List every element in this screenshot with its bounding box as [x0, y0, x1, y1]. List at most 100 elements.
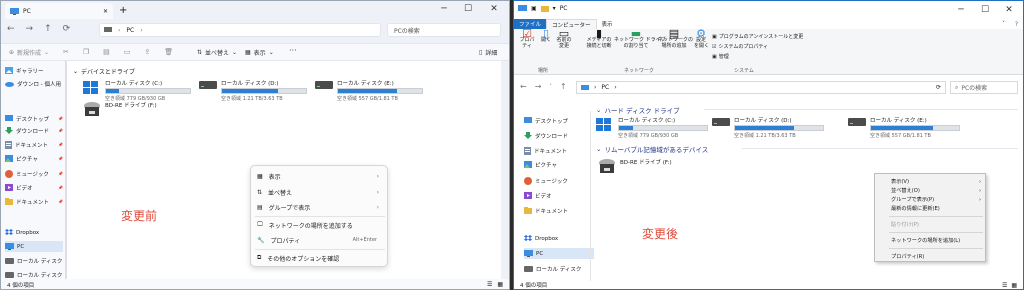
nav-item[interactable]: ローカル ディスク	[5, 255, 63, 266]
menu-item-group[interactable]: グループで表示(P) ›	[891, 195, 983, 204]
close-button[interactable]: ✕	[483, 2, 505, 16]
menu-item-view[interactable]: ▦ 表示 ›	[257, 169, 383, 183]
media-button[interactable]: ▮ メディアの 接続と切断	[584, 28, 614, 49]
copy-icon[interactable]: ❐	[83, 48, 89, 56]
rename-icon[interactable]: ▭	[124, 48, 131, 56]
menu-item-group[interactable]: ▤ グループで表示 ›	[257, 200, 383, 214]
share-icon[interactable]: ⇪	[144, 48, 150, 56]
nav-item[interactable]: デスクトップ	[524, 115, 594, 126]
drive-item[interactable]: ローカル ディスク (E:) 空き領域 557 GB/1.81 TB	[315, 79, 423, 102]
up-arrow-icon[interactable]: ↑	[560, 82, 567, 91]
drive-item[interactable]: ローカル ディスク (D:) 空き領域 1.21 TB/3.63 TB	[712, 116, 824, 139]
map-drive-button[interactable]: ▬ ネットワーク ドライブ の割り当て	[614, 28, 666, 49]
details-button[interactable]: ▯ 詳細	[479, 48, 497, 57]
drive-item[interactable]: ローカル ディスク (C:) 空き領域 779 GB/930 GB	[83, 79, 191, 102]
group-removable[interactable]: ⌄ リムーバブル記憶域があるデバイス	[596, 144, 708, 154]
menu-item-sort[interactable]: 並べ替え(O) ›	[891, 186, 983, 195]
tab-close-icon[interactable]: ✕	[103, 8, 108, 15]
menu-item-view[interactable]: 表示(V) ›	[891, 177, 983, 186]
nav-item[interactable]: Dropbox	[5, 227, 63, 238]
pin-icon[interactable]: 📌	[58, 171, 63, 176]
nav-item[interactable]: ドキュメント	[524, 145, 594, 156]
menu-item-refresh[interactable]: 最新の情報に更新(E)	[891, 204, 983, 213]
details-view-icon[interactable]: ☰	[487, 281, 492, 288]
address-bar[interactable]: › PC ›	[99, 23, 381, 37]
back-arrow-icon[interactable]: ←	[7, 24, 15, 34]
minimize-button[interactable]: ─	[433, 2, 455, 16]
nav-item[interactable]: Dropbox	[524, 233, 594, 244]
drive-item[interactable]: ローカル ディスク (E:) 空き領域 557 GB/1.81 TB	[848, 116, 960, 139]
nav-item[interactable]: PC	[5, 241, 63, 252]
tiles-view-icon[interactable]: ▦	[497, 281, 503, 288]
nav-item[interactable]: ビデオ 📌	[5, 182, 63, 193]
refresh-icon[interactable]: ⟳	[63, 24, 71, 34]
nav-item[interactable]: ダウンロ - 個人用	[5, 78, 63, 89]
view-button[interactable]: ▦ 表示 ⌄	[245, 48, 274, 57]
address-bar[interactable]: › PC › ⟳	[576, 81, 946, 94]
nav-item[interactable]: デスクトップ 📌	[5, 113, 63, 124]
chevron-down-icon[interactable]: ˅	[549, 84, 552, 90]
pin-icon[interactable]: 📌	[58, 128, 63, 133]
menu-item-more-options[interactable]: ⧉ その他のオプションを確認	[257, 251, 383, 265]
drive-bd[interactable]: BD-RE ドライブ (F:)	[83, 101, 157, 119]
breadcrumb-pc[interactable]: PC	[126, 27, 134, 34]
nav-item[interactable]: ピクチャ	[524, 159, 594, 170]
pin-icon[interactable]: 📌	[58, 199, 63, 204]
pin-icon[interactable]: 📌	[58, 142, 63, 147]
more-button[interactable]: ···	[289, 46, 297, 55]
search-input[interactable]: PCの検索	[387, 23, 501, 37]
rename-button[interactable]: ▭ 名前の 変更	[556, 28, 572, 49]
add-network-location-button[interactable]: ▤ ネットワークの 場所の追加	[658, 28, 693, 49]
pin-icon[interactable]: 📌	[58, 156, 63, 161]
nav-item[interactable]: ローカル ディスク	[524, 263, 594, 274]
nav-item[interactable]: ドキュメント 📌	[5, 139, 63, 150]
pin-icon[interactable]: 📌	[58, 185, 63, 190]
menu-item-network-location[interactable]: ネットワークの場所を追加(L)	[891, 236, 983, 245]
expand-ribbon-icon[interactable]: ˅	[997, 19, 1010, 29]
nav-item[interactable]: ギャラリー	[5, 65, 63, 76]
nav-item[interactable]: PC	[524, 248, 594, 259]
chevron-down-icon[interactable]: ▾	[553, 5, 556, 12]
paste-icon[interactable]: ▤	[103, 48, 110, 56]
uninstall-button[interactable]: ▣ プログラムのアンインストールと変更	[712, 33, 803, 41]
back-arrow-icon[interactable]: ←	[520, 82, 527, 91]
forward-arrow-icon[interactable]: →	[26, 24, 34, 34]
delete-icon[interactable]: 🗑	[164, 48, 173, 56]
new-button[interactable]: ⊕ 新規作成 ⌄	[9, 48, 49, 57]
refresh-icon[interactable]: ⟳	[936, 84, 941, 91]
system-properties-button[interactable]: ☑ システムのプロパティ	[712, 43, 768, 51]
help-icon[interactable]: ?	[1010, 19, 1023, 29]
search-input[interactable]: ⌕ PCの検索	[950, 81, 1018, 94]
menu-item-sort[interactable]: ⇅ 並べ替え ›	[257, 185, 383, 199]
nav-item[interactable]: ドキュメント 📌	[5, 196, 63, 207]
forward-arrow-icon[interactable]: →	[535, 82, 542, 91]
save-icon[interactable]: ▣	[531, 5, 537, 12]
folder-icon[interactable]	[540, 5, 549, 12]
menu-item-network-location[interactable]: 🖵 ネットワークの場所を追加する	[257, 218, 383, 232]
nav-item[interactable]: ミュージック	[524, 175, 594, 186]
maximize-button[interactable]: ☐	[974, 3, 996, 17]
properties-button[interactable]: ☑ プロパティ	[518, 28, 536, 49]
nav-item[interactable]: ミュージック 📌	[5, 168, 63, 179]
details-view-icon[interactable]: ☰	[1002, 282, 1007, 289]
breadcrumb-pc[interactable]: PC	[601, 84, 609, 91]
nav-item[interactable]: ダウンロード 📌	[5, 125, 63, 136]
open-settings-button[interactable]: ⚙ 設定 を開く	[694, 28, 709, 49]
pin-icon[interactable]: 📌	[58, 116, 63, 121]
nav-item[interactable]: ドキュメント	[524, 205, 594, 216]
maximize-button[interactable]: ☐	[457, 2, 479, 16]
group-devices[interactable]: ⌄ デバイスとドライブ	[73, 67, 135, 76]
close-button[interactable]: ✕	[998, 3, 1020, 17]
tab-computer[interactable]: コンピューター	[546, 19, 597, 29]
nav-item[interactable]: ビデオ	[524, 190, 594, 201]
nav-item[interactable]: ダウンロード	[524, 130, 594, 141]
sort-button[interactable]: ⇅ 並べ替え ⌄	[197, 48, 237, 57]
manage-button[interactable]: ▣ 管理	[712, 53, 729, 61]
open-button[interactable]: ▯ 開く	[540, 28, 552, 43]
up-arrow-icon[interactable]: ↑	[44, 24, 52, 34]
tab-pc[interactable]: PC ✕	[5, 3, 113, 19]
drive-item[interactable]: ローカル ディスク (D:) 空き領域 1.21 TB/3.63 TB	[199, 79, 307, 102]
minimize-button[interactable]: ─	[950, 3, 972, 17]
drive-item[interactable]: ローカル ディスク (C:) 空き領域 779 GB/930 GB	[596, 116, 708, 139]
nav-item[interactable]: ピクチャ 📌	[5, 153, 63, 164]
